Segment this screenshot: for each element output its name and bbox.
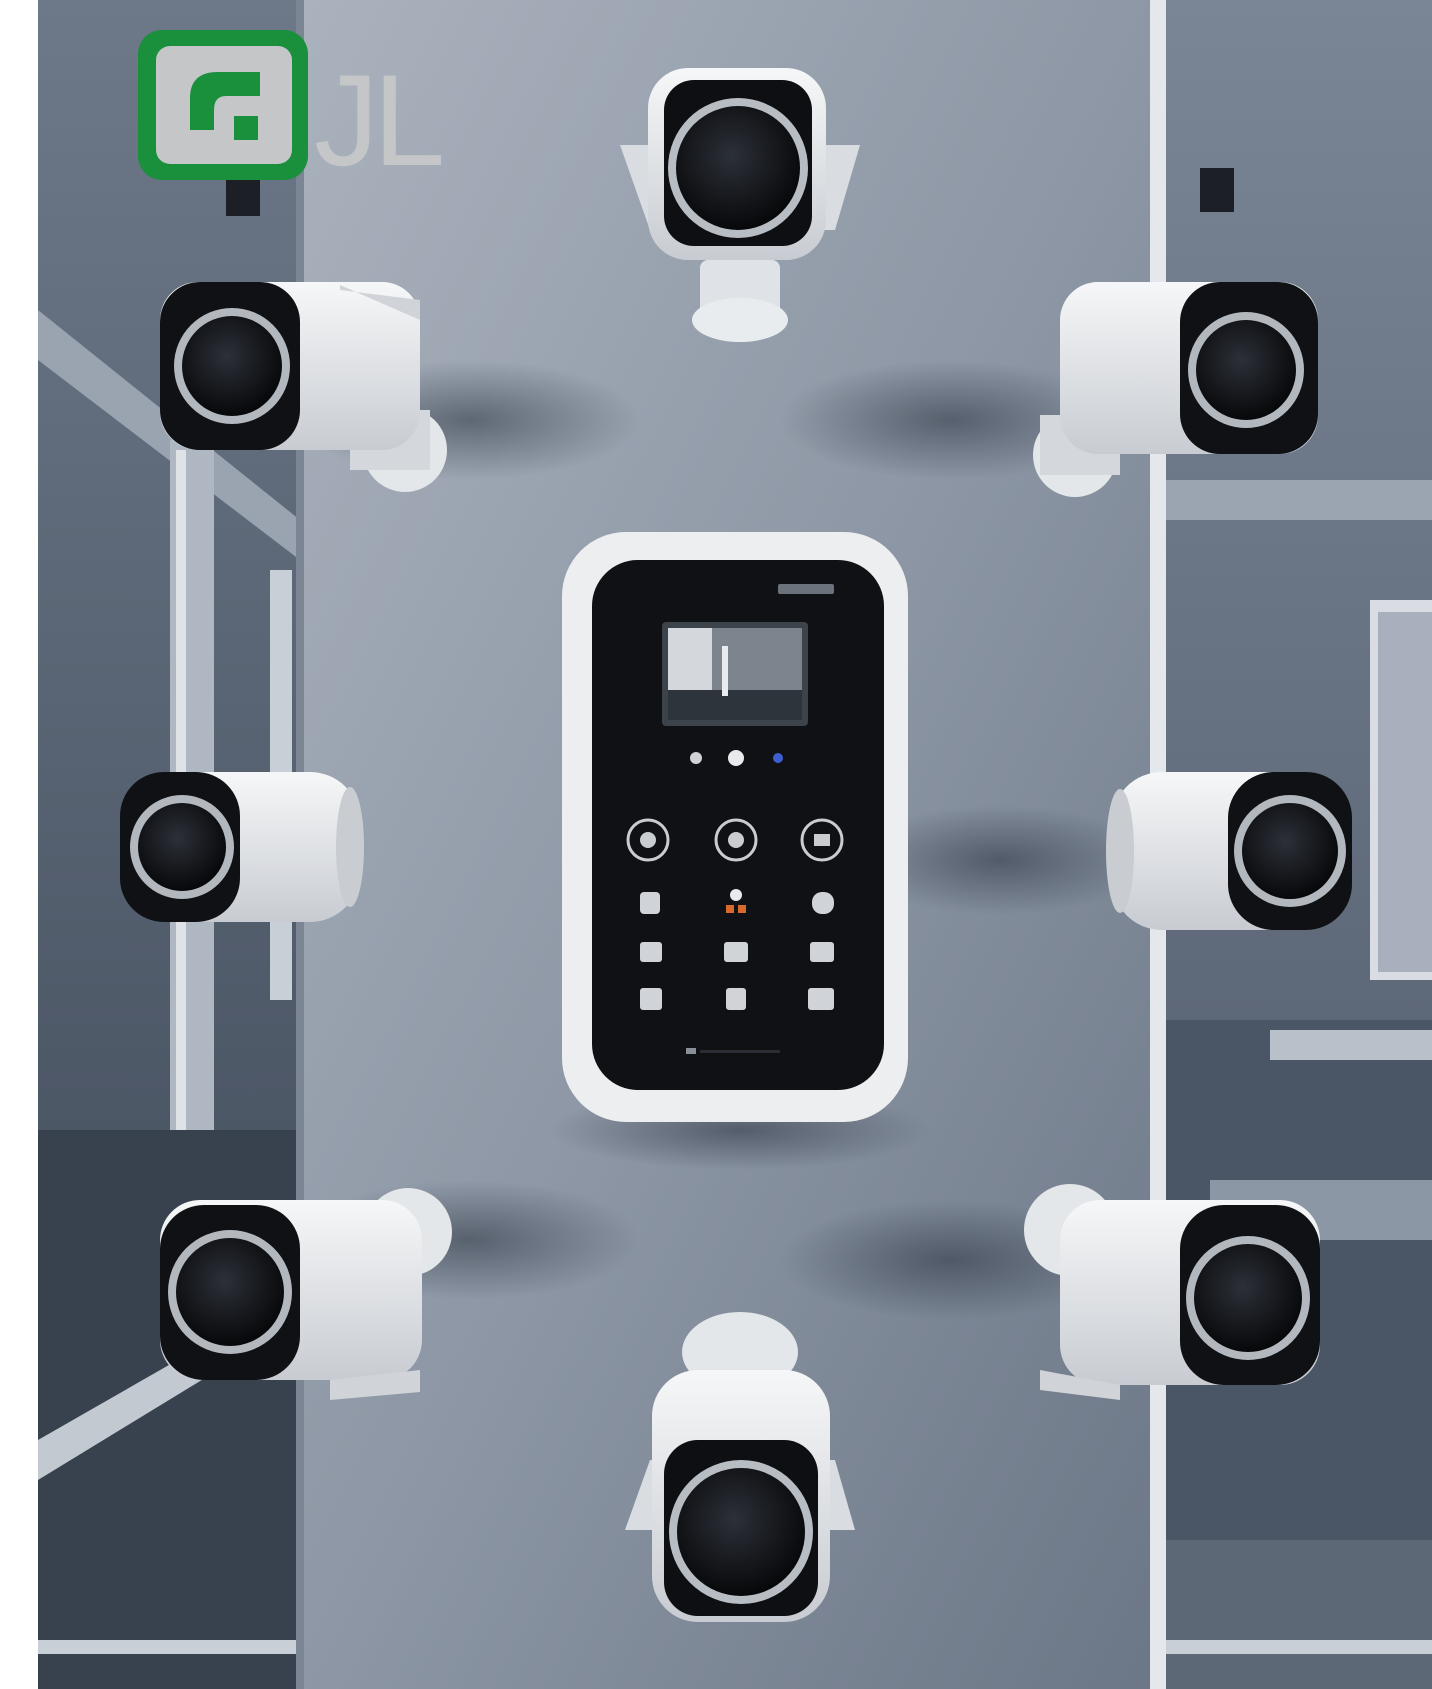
security-keypad <box>562 532 908 1122</box>
logo-text: JL <box>314 47 441 193</box>
camera-middle-right <box>1106 772 1352 930</box>
brand-logo <box>138 30 308 180</box>
camera-lower-left <box>160 1188 452 1400</box>
camera-lower-right <box>1024 1184 1320 1400</box>
camera-middle-left <box>120 772 364 922</box>
keypad-screen <box>662 622 808 726</box>
security-scene: JL <box>38 0 1432 1689</box>
